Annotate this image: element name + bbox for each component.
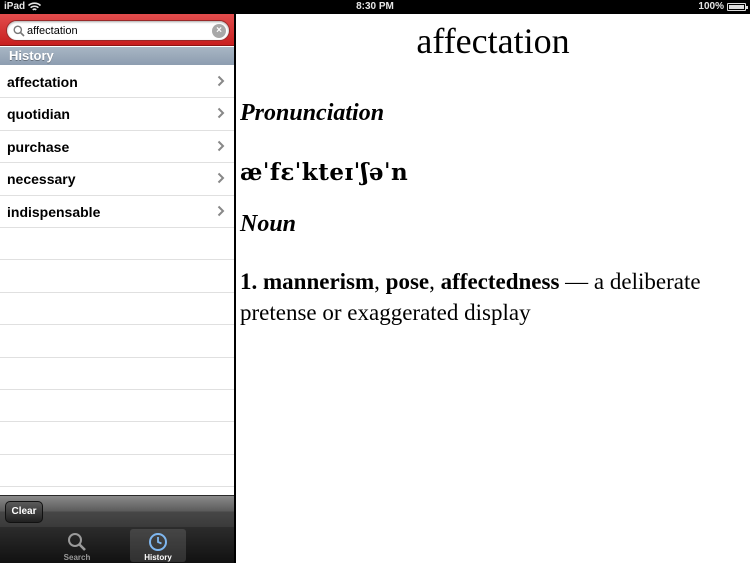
search-input[interactable] (27, 23, 212, 38)
battery-icon (727, 3, 748, 11)
part-of-speech-heading: Noun (240, 211, 297, 237)
clear-history-button[interactable]: Clear (5, 501, 43, 523)
separator: , (374, 269, 386, 294)
synonym: mannerism (263, 269, 375, 294)
search-icon (68, 533, 86, 551)
list-item-label: quotidian (7, 106, 70, 123)
chevron-right-icon (217, 75, 225, 87)
history-item-purchase[interactable]: purchase (0, 131, 234, 164)
empty-row (0, 325, 234, 358)
ipa-transcription: æˈfɛˈkteɪˈʃəˈn (240, 159, 409, 186)
list-item-label: purchase (7, 138, 70, 155)
history-item-quotidian[interactable]: quotidian (0, 98, 234, 131)
separator: , (429, 269, 441, 294)
chevron-right-icon (217, 108, 225, 119)
chevron-right-icon (217, 140, 225, 151)
empty-row (0, 358, 234, 390)
empty-row (0, 455, 234, 488)
pronunciation-heading: Pronunciation (240, 100, 385, 126)
empty-row (0, 293, 234, 326)
empty-row (0, 422, 234, 455)
synonym: pose (385, 269, 430, 294)
history-item-affectation[interactable]: affectation (0, 66, 234, 99)
list-item-label: indispensable (7, 203, 101, 220)
definition-number: 1. (240, 269, 258, 294)
empty-row (0, 260, 234, 293)
history-section-header: History (0, 47, 234, 65)
clear-search-icon[interactable]: × (212, 24, 226, 38)
status-bar: iPad 8:30 PM 100% (0, 0, 750, 14)
clock-time: 8:30 PM (356, 1, 394, 12)
empty-row (0, 390, 234, 423)
battery-percent: 100% (698, 1, 724, 12)
entry-word: affectation (416, 21, 570, 61)
tab-search[interactable]: Search (49, 529, 105, 562)
bottom-toolbar: Clear (0, 495, 234, 527)
tab-bar: Search History (0, 527, 234, 563)
tab-label: Search (63, 553, 91, 562)
list-item-label: affectation (7, 74, 78, 90)
master-pane: × History affectation quotidian purchase… (0, 14, 234, 563)
synonym: affectedness (440, 269, 560, 294)
history-item-necessary[interactable]: necessary (0, 163, 234, 196)
history-list: affectation quotidian purchase necessary… (0, 66, 234, 488)
chevron-right-icon (217, 205, 225, 216)
history-item-indispensable[interactable]: indispensable (0, 196, 234, 228)
search-bar: × (0, 14, 234, 46)
search-icon (13, 25, 25, 37)
tab-history[interactable]: History (130, 529, 186, 562)
detail-pane: affectation Pronunciation æˈfɛˈkteɪˈʃəˈn… (236, 14, 750, 563)
list-item-label: necessary (7, 171, 76, 188)
definition: 1. mannerism, pose, affectedness — a del… (240, 266, 750, 328)
tab-label: History (144, 553, 172, 562)
definition-dash: — (565, 269, 589, 294)
chevron-right-icon (217, 172, 225, 184)
search-field[interactable]: × (6, 20, 230, 41)
clock-icon (149, 533, 167, 551)
empty-row (0, 228, 234, 261)
